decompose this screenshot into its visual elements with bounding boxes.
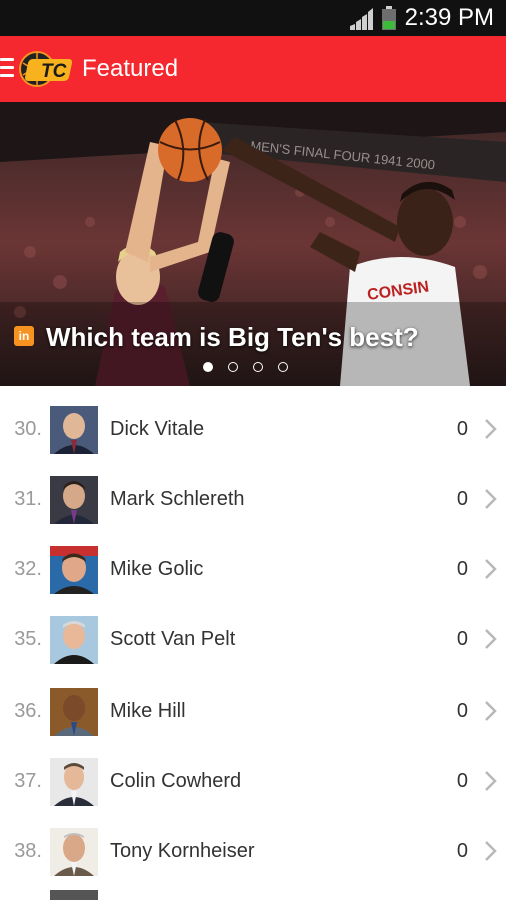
score-value: 0	[456, 418, 468, 440]
featured-carousel[interactable]: MEN'S FINAL FOUR 1941 2000 CONSIN in Whi…	[0, 102, 506, 386]
rank-number: 30.	[14, 418, 42, 440]
list-item[interactable]: 32. Mike Golic 0	[0, 534, 506, 604]
list-item[interactable]: 38. Tony Kornheiser 0	[0, 816, 506, 886]
carousel-dot[interactable]	[278, 362, 288, 372]
rank-number: 35.	[14, 628, 42, 650]
score-value: 0	[456, 770, 468, 792]
avatar	[50, 546, 98, 594]
app-logo[interactable]: TC	[17, 49, 77, 89]
menu-icon[interactable]	[0, 58, 14, 78]
page-title: Featured	[82, 55, 179, 82]
list-item[interactable]: 30. Dick Vitale 0	[0, 394, 506, 464]
chevron-right-icon	[485, 559, 497, 579]
battery-icon	[382, 6, 396, 30]
status-bar: 2:39 PM	[0, 0, 506, 36]
app-bar: TC Featured	[0, 36, 506, 102]
avatar	[50, 758, 98, 806]
carousel-dot-active[interactable]	[203, 362, 213, 372]
person-name: Colin Cowherd	[110, 770, 242, 792]
score-value: 0	[456, 700, 468, 722]
score-value: 0	[456, 840, 468, 862]
person-name: Mike Hill	[110, 700, 186, 722]
avatar	[50, 828, 98, 876]
avatar	[50, 476, 98, 524]
person-name: Scott Van Pelt	[110, 628, 236, 650]
rank-number: 31.	[14, 488, 42, 510]
logo-text: TC	[41, 61, 67, 82]
avatar	[50, 616, 98, 664]
person-name: Mike Golic	[110, 558, 204, 580]
chevron-right-icon	[485, 771, 497, 791]
chevron-right-icon	[485, 419, 497, 439]
carousel-dot[interactable]	[253, 362, 263, 372]
rank-number: 37.	[14, 770, 42, 792]
carousel-caption[interactable]: Which team is Big Ten's best?	[46, 320, 419, 354]
list-item[interactable]: 37. Colin Cowherd 0	[0, 746, 506, 816]
chevron-right-icon	[485, 629, 497, 649]
score-value: 0	[456, 628, 468, 650]
person-name: Dick Vitale	[110, 418, 205, 440]
rank-number: 38.	[14, 840, 42, 862]
score-value: 0	[456, 558, 468, 580]
caption-source-icon: in	[14, 326, 34, 346]
list-item[interactable]: 36. Mike Hill 0	[0, 676, 506, 746]
status-time: 2:39 PM	[404, 4, 494, 31]
rank-number: 36.	[14, 700, 42, 722]
list-item[interactable]: 31. Mark Schlereth 0	[0, 464, 506, 534]
chevron-right-icon	[485, 701, 497, 721]
score-value: 0	[456, 488, 468, 510]
chevron-right-icon	[485, 841, 497, 861]
carousel-dot[interactable]	[228, 362, 238, 372]
avatar	[50, 890, 98, 900]
person-name: Mark Schlereth	[110, 488, 245, 510]
avatar	[50, 406, 98, 454]
avatar	[50, 688, 98, 736]
list-item[interactable]: 35. Scott Van Pelt 0	[0, 604, 506, 674]
rank-number: 32.	[14, 558, 42, 580]
list-item-partial[interactable]	[0, 888, 506, 900]
signal-icon	[350, 8, 373, 30]
chevron-right-icon	[485, 489, 497, 509]
person-name: Tony Kornheiser	[110, 840, 255, 862]
